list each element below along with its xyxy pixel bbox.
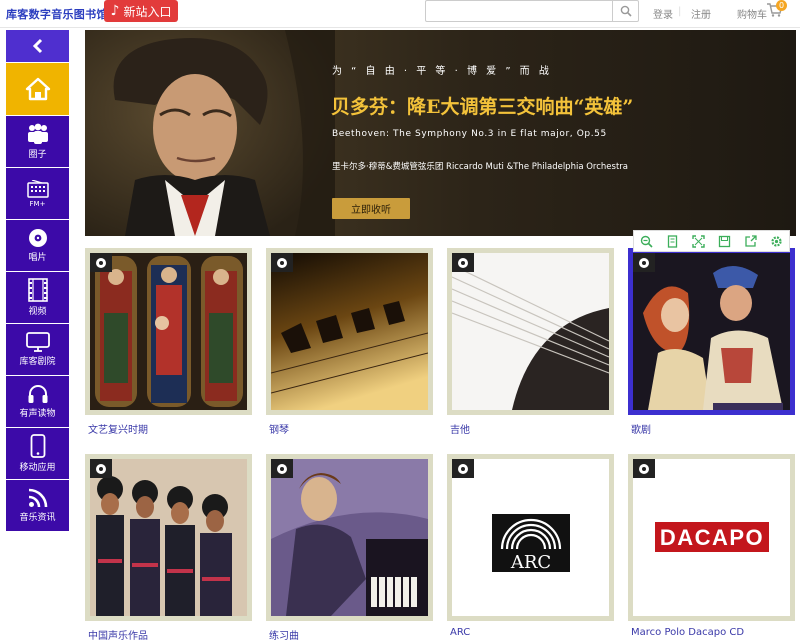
sidebar-item-circle[interactable]: 圈子 <box>6 116 69 167</box>
category-card[interactable]: ARC ARC <box>447 454 614 638</box>
opera-image <box>633 253 790 410</box>
banner-performer: 里卡尔多·穆蒂&费城管弦乐团 Riccardo Muti &The Philad… <box>332 162 628 172</box>
fullscreen-icon[interactable] <box>692 234 706 248</box>
category-thumbnail[interactable] <box>266 454 433 621</box>
sidebar-item-label: 唱片 <box>28 253 47 263</box>
card-toolbar <box>633 230 790 252</box>
home-icon <box>25 77 50 101</box>
banner-tagline: 为 “ 自 由 · 平 等 · 博 爱 ” 而 战 <box>332 66 552 77</box>
category-label[interactable]: 歌剧 <box>628 421 795 436</box>
music-note-icon: ♪ <box>110 3 120 19</box>
phone-icon <box>30 434 45 458</box>
search-box <box>425 0 639 23</box>
page-icon[interactable] <box>666 234 680 248</box>
category-thumbnail[interactable]: ARC <box>447 454 614 621</box>
category-card[interactable]: 练习曲 <box>266 454 433 642</box>
category-thumbnail[interactable] <box>447 248 614 415</box>
dacapo-logo-text: DACAPO <box>660 525 764 550</box>
disc-icon <box>452 253 474 272</box>
category-thumbnail[interactable] <box>85 248 252 415</box>
category-thumbnail[interactable]: DACAPO <box>628 454 795 621</box>
register-link[interactable]: 注册 <box>691 6 711 21</box>
chevron-left-icon <box>32 38 42 54</box>
category-label[interactable]: ARC <box>447 627 614 638</box>
top-bar: 库客数字音乐图书馆 ♪ 新站入口 登录 | 注册 购物车 0 <box>0 0 800 28</box>
disc-icon <box>90 459 112 478</box>
sidebar-item-sublabel: FM+ <box>29 199 46 208</box>
beethoven-portrait <box>85 30 335 236</box>
new-entry-button[interactable]: ♪ 新站入口 <box>104 0 178 22</box>
settings-icon[interactable] <box>769 234 783 248</box>
share-icon[interactable] <box>743 234 757 248</box>
sidebar-item-label: 移动应用 <box>19 463 56 473</box>
sidebar: 圈子 FM+ 唱片 视频 库客剧院 有声读物 移动应用 音乐资讯 <box>6 30 69 532</box>
disc-icon <box>633 459 655 478</box>
disc-icon <box>271 459 293 478</box>
sidebar-item-mobile[interactable]: 移动应用 <box>6 428 69 479</box>
sidebar-item-records[interactable]: 唱片 <box>6 220 69 271</box>
category-thumbnail[interactable] <box>628 248 795 415</box>
sidebar-item-fm[interactable]: FM+ <box>6 168 69 219</box>
category-card[interactable]: 文艺复兴时期 <box>85 248 252 436</box>
disc-icon <box>633 253 655 272</box>
category-thumbnail[interactable] <box>266 248 433 415</box>
sidebar-item-label: 有声读物 <box>19 409 56 419</box>
arc-logo-text: ARC <box>510 552 551 573</box>
site-title[interactable]: 库客数字音乐图书馆 <box>6 6 108 22</box>
banner-english-title: Beethoven: The Symphony No.3 in E flat m… <box>332 129 607 139</box>
sidebar-item-label: 库客剧院 <box>19 357 56 367</box>
sidebar-item-audiobooks[interactable]: 有声读物 <box>6 376 69 427</box>
search-icon <box>620 5 632 17</box>
category-label[interactable]: 吉他 <box>447 421 614 436</box>
sidebar-item-video[interactable]: 视频 <box>6 272 69 323</box>
group-icon <box>27 123 48 144</box>
category-label[interactable]: 文艺复兴时期 <box>85 421 252 436</box>
search-button[interactable] <box>612 1 638 21</box>
save-icon[interactable] <box>717 234 731 248</box>
zoom-icon[interactable] <box>640 234 654 248</box>
guitar-image <box>452 253 609 410</box>
disc-icon <box>271 253 293 272</box>
renaissance-triptych-image <box>90 253 247 410</box>
sidebar-item-label: 视频 <box>28 307 47 317</box>
category-card[interactable]: 歌剧 <box>628 248 795 436</box>
rss-icon <box>28 488 47 508</box>
radio-icon <box>26 179 49 198</box>
sidebar-collapse-button[interactable] <box>6 30 69 62</box>
chinese-vocal-image <box>90 459 247 616</box>
category-card[interactable]: 钢琴 <box>266 248 433 436</box>
separator: | <box>678 6 682 17</box>
arc-logo: ARC <box>452 459 609 616</box>
category-card[interactable]: 吉他 <box>447 248 614 436</box>
film-icon <box>27 278 48 302</box>
sidebar-item-home[interactable] <box>6 63 69 115</box>
sidebar-item-label: 音乐资讯 <box>19 513 56 523</box>
disc-icon <box>452 459 474 478</box>
sidebar-item-theater[interactable]: 库客剧院 <box>6 324 69 375</box>
banner-title: 贝多芬：降E大调第三交响曲“英雄” <box>331 96 634 118</box>
headphones-icon <box>28 385 47 403</box>
sidebar-item-news[interactable]: 音乐资讯 <box>6 480 69 531</box>
category-label[interactable]: 钢琴 <box>266 421 433 436</box>
cart-link[interactable]: 购物车 <box>737 6 767 21</box>
new-entry-label: 新站入口 <box>123 4 172 19</box>
disc-icon <box>28 229 47 247</box>
etude-pianist-image <box>271 459 428 616</box>
category-label[interactable]: Marco Polo Dacapo CD <box>628 627 795 638</box>
search-input[interactable] <box>426 3 612 23</box>
piano-keys-image <box>271 253 428 410</box>
cart-count-badge: 0 <box>776 0 787 11</box>
listen-now-button[interactable]: 立即收听 <box>332 198 410 219</box>
monitor-icon <box>25 332 50 352</box>
disc-icon <box>90 253 112 272</box>
sidebar-item-label: 圈子 <box>28 150 47 160</box>
category-card[interactable]: DACAPO Marco Polo Dacapo CD <box>628 454 795 638</box>
category-card[interactable]: 中国声乐作品 <box>85 454 252 642</box>
category-thumbnail[interactable] <box>85 454 252 621</box>
hero-banner[interactable]: 为 “ 自 由 · 平 等 · 博 爱 ” 而 战 贝多芬：降E大调第三交响曲“… <box>85 30 796 236</box>
login-link[interactable]: 登录 <box>653 6 673 21</box>
dacapo-logo: DACAPO <box>633 459 790 616</box>
